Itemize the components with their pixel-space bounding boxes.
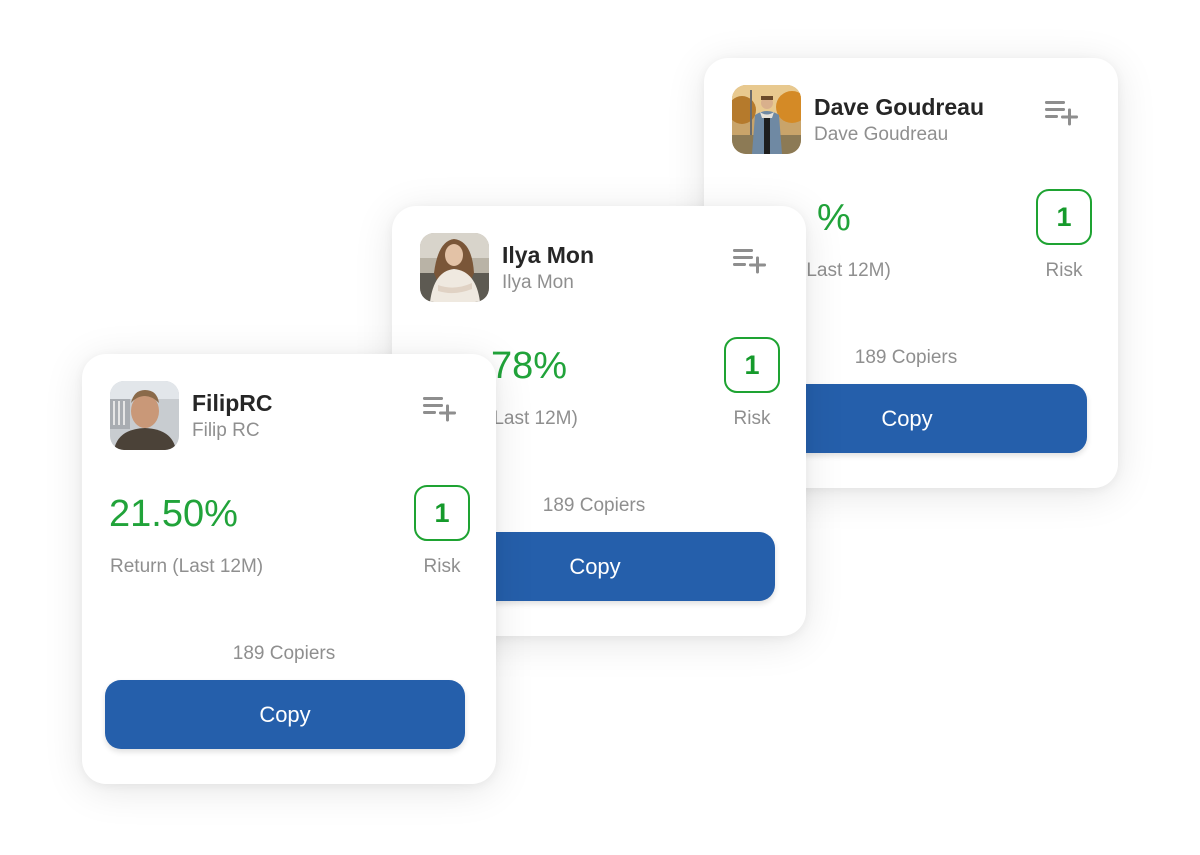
trader-handle: Ilya Mon xyxy=(502,272,574,293)
risk-score-badge: 1 xyxy=(724,337,780,393)
avatar[interactable] xyxy=(420,233,489,302)
playlist-add-icon xyxy=(1045,101,1078,126)
playlist-add-icon xyxy=(733,249,766,274)
add-to-watchlist-button[interactable] xyxy=(732,246,770,276)
avatar-photo-icon xyxy=(420,233,489,302)
add-to-watchlist-button[interactable] xyxy=(422,394,460,424)
risk-label: Risk xyxy=(1045,260,1083,281)
trader-name[interactable]: FilipRC xyxy=(192,390,273,417)
copiers-count: 189 Copiers xyxy=(232,643,336,664)
avatar-photo-icon xyxy=(110,381,179,450)
playlist-add-icon xyxy=(423,397,456,422)
risk-score-badge: 1 xyxy=(414,485,470,541)
trader-card-filiprc: FilipRC Filip RC 21.50% Return (Last 12M… xyxy=(82,354,496,784)
risk-label: Risk xyxy=(733,408,771,429)
avatar[interactable] xyxy=(732,85,801,154)
return-value: 21.50% xyxy=(109,493,238,535)
avatar[interactable] xyxy=(110,381,179,450)
avatar-photo-icon xyxy=(732,85,801,154)
copy-button[interactable]: Copy xyxy=(105,680,465,749)
add-to-watchlist-button[interactable] xyxy=(1044,98,1082,128)
trader-handle: Filip RC xyxy=(192,420,260,441)
return-label: (Last 12M) xyxy=(800,260,891,281)
return-label: Return (Last 12M) xyxy=(110,556,264,577)
trader-handle: Dave Goudreau xyxy=(814,124,949,145)
risk-score-badge: 1 xyxy=(1036,189,1092,245)
trader-name[interactable]: Dave Goudreau xyxy=(814,94,984,121)
risk-label: Risk xyxy=(423,556,461,577)
return-value: % xyxy=(817,197,851,239)
return-label: (Last 12M) xyxy=(487,408,578,429)
trader-name[interactable]: Ilya Mon xyxy=(502,242,594,269)
return-value: 78% xyxy=(491,345,568,387)
